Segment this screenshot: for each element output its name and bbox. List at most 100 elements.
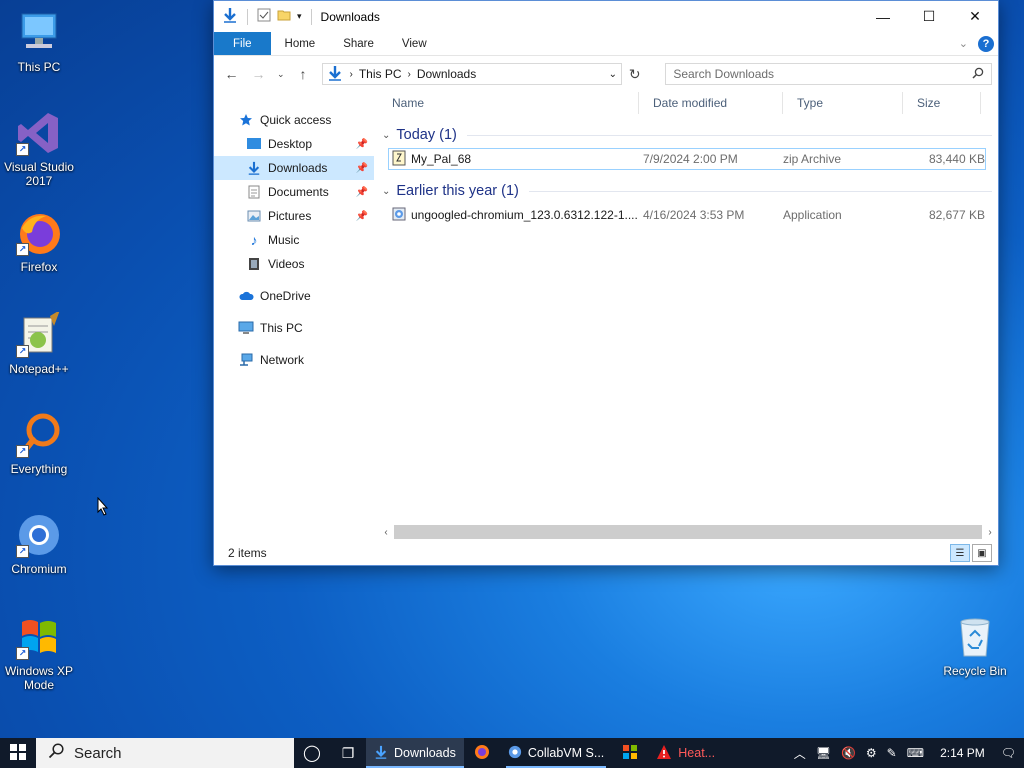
column-name[interactable]: Name xyxy=(378,92,639,114)
recent-locations-button[interactable]: ⌄ xyxy=(274,62,287,86)
nav-label: Music xyxy=(268,233,300,247)
up-button[interactable]: ↑ xyxy=(291,62,314,86)
ribbon-tabs: File Home Share View ⌄ ? xyxy=(214,32,998,56)
pin-icon[interactable]: 📌 xyxy=(356,187,368,198)
expand-ribbon-chevron-icon[interactable]: ⌄ xyxy=(959,37,968,50)
task-view-button[interactable]: ❐ xyxy=(330,738,366,768)
customize-toolbar-dropdown-icon[interactable]: ▾ xyxy=(297,11,302,22)
cortana-button[interactable]: ◯ xyxy=(294,738,330,768)
volume-muted-icon[interactable]: 🔇 xyxy=(841,746,856,760)
large-icons-view-icon[interactable]: ▣ xyxy=(972,544,992,562)
notification-badge-icon[interactable]: ⚙ xyxy=(866,746,877,760)
tab-file[interactable]: File xyxy=(214,32,271,55)
nav-quick-access[interactable]: Quick access xyxy=(214,108,374,132)
address-dropdown-icon[interactable]: ⌄ xyxy=(609,69,617,80)
tab-share[interactable]: Share xyxy=(329,32,388,55)
clock[interactable]: 2:14 PM xyxy=(934,746,991,760)
group-header-earlier-this-year[interactable]: ⌄ Earlier this year (1) xyxy=(378,178,998,204)
desktop-icon-recycle-bin[interactable]: Recycle Bin xyxy=(937,614,1013,678)
scrollbar-thumb[interactable] xyxy=(394,525,982,539)
nav-videos[interactable]: Videos xyxy=(214,252,374,276)
horizontal-scrollbar[interactable]: ‹ › xyxy=(378,523,998,541)
minimize-button[interactable]: — xyxy=(860,1,906,32)
shortcut-arrow-icon: ↗ xyxy=(16,545,29,558)
maximize-button[interactable]: ☐ xyxy=(906,1,952,32)
taskbar-app-downloads[interactable]: Downloads xyxy=(366,738,464,768)
scroll-left-icon[interactable]: ‹ xyxy=(378,527,394,538)
zip-archive-icon xyxy=(391,150,407,169)
search-placeholder: Search Downloads xyxy=(673,67,775,81)
desktop-icon-visual-studio[interactable]: ↗ Visual Studio 2017 xyxy=(1,110,77,188)
visual-studio-icon: ↗ xyxy=(16,110,62,156)
desktop-icon-label: Notepad++ xyxy=(9,362,69,376)
desktop-icon-windows-xp-mode[interactable]: ↗ Windows XP Mode xyxy=(1,614,77,692)
pin-icon[interactable]: 📌 xyxy=(356,211,368,222)
close-icon: ✕ xyxy=(969,8,981,24)
close-button[interactable]: ✕ xyxy=(952,1,998,32)
taskbar-app-windows-xp-mode[interactable] xyxy=(612,738,648,768)
breadcrumb-separator-icon[interactable]: › xyxy=(349,69,352,80)
taskbar-app-firefox[interactable] xyxy=(464,738,500,768)
new-folder-icon[interactable] xyxy=(277,8,291,25)
recycle-bin-icon xyxy=(952,614,998,660)
file-row[interactable]: ungoogled-chromium_123.0.6312.122-1.... … xyxy=(388,204,986,226)
keyboard-icon[interactable]: ⌨ xyxy=(907,746,924,760)
item-count: 2 items xyxy=(228,546,267,560)
desktop-icon-everything[interactable]: ↗ Everything xyxy=(1,412,77,476)
tab-home[interactable]: Home xyxy=(271,32,330,55)
nav-documents[interactable]: Documents 📌 xyxy=(214,180,374,204)
nav-music[interactable]: ♪ Music xyxy=(214,228,374,252)
desktop-icon-label: Everything xyxy=(10,462,68,476)
up-arrow-icon: ↑ xyxy=(299,66,307,82)
column-date-modified[interactable]: Date modified xyxy=(639,92,783,114)
nav-downloads[interactable]: Downloads 📌 xyxy=(214,156,374,180)
downloads-arrow-icon xyxy=(374,745,388,762)
refresh-button[interactable]: ↻ xyxy=(626,62,643,86)
file-row[interactable]: My_Pal_68 7/9/2024 2:00 PM zip Archive 8… xyxy=(388,148,986,170)
file-date: 4/16/2024 3:53 PM xyxy=(643,208,745,222)
action-center-icon[interactable]: 🗨 xyxy=(1001,746,1016,760)
desktop-folder-icon xyxy=(246,136,262,152)
details-view-icon[interactable]: ☰ xyxy=(950,544,970,562)
properties-check-icon[interactable] xyxy=(257,8,271,25)
window-controls: — ☐ ✕ xyxy=(860,1,998,32)
pin-icon[interactable]: 📌 xyxy=(356,139,368,150)
nav-onedrive[interactable]: OneDrive xyxy=(214,284,374,308)
desktop-icon-notepadpp[interactable]: ↗ Notepad++ xyxy=(1,310,77,376)
nav-network[interactable]: Network xyxy=(214,348,374,372)
search-icon xyxy=(48,743,64,763)
breadcrumb-downloads[interactable]: Downloads xyxy=(417,67,476,81)
warning-triangle-icon xyxy=(656,744,672,763)
breadcrumb-separator-icon[interactable]: › xyxy=(408,69,411,80)
show-hidden-icons-chevron-icon[interactable]: ︿ xyxy=(794,745,806,762)
star-icon xyxy=(238,112,254,128)
nav-pictures[interactable]: Pictures 📌 xyxy=(214,204,374,228)
breadcrumb-this-pc[interactable]: This PC xyxy=(359,67,402,81)
forward-button[interactable]: → xyxy=(247,62,270,86)
column-type[interactable]: Type xyxy=(783,92,903,114)
nav-desktop[interactable]: Desktop 📌 xyxy=(214,132,374,156)
pin-icon[interactable]: 📌 xyxy=(356,163,368,174)
desktop-icon-firefox[interactable]: ↗ Firefox xyxy=(1,210,77,274)
group-header-today[interactable]: ⌄ Today (1) xyxy=(378,122,998,148)
nav-this-pc[interactable]: This PC xyxy=(214,316,374,340)
scrollbar-track[interactable] xyxy=(394,525,982,539)
help-icon[interactable]: ? xyxy=(978,35,994,52)
back-button[interactable]: ← xyxy=(220,62,243,86)
column-size[interactable]: Size xyxy=(903,92,981,114)
search-input[interactable]: Search Downloads xyxy=(665,63,993,85)
file-type: zip Archive xyxy=(783,152,842,166)
scroll-right-icon[interactable]: › xyxy=(982,527,998,538)
taskbar-search-box[interactable]: Search xyxy=(36,738,294,768)
network-icon[interactable]: 🖥 xyxy=(816,746,831,760)
start-button[interactable] xyxy=(0,738,36,768)
desktop-icon-chromium[interactable]: ↗ Chromium xyxy=(1,512,77,576)
desktop-icon-this-pc[interactable]: This PC xyxy=(1,10,77,74)
file-name-cell: My_Pal_68 xyxy=(389,150,639,169)
pen-icon[interactable]: ✎ xyxy=(887,746,897,760)
address-bar[interactable]: › This PC › Downloads ⌄ xyxy=(322,63,623,85)
tab-view[interactable]: View xyxy=(388,32,441,55)
taskbar-app-heat[interactable]: Heat... xyxy=(648,738,723,768)
nav-label: Network xyxy=(260,353,305,367)
taskbar-app-collabvm[interactable]: CollabVM S... xyxy=(500,738,612,768)
